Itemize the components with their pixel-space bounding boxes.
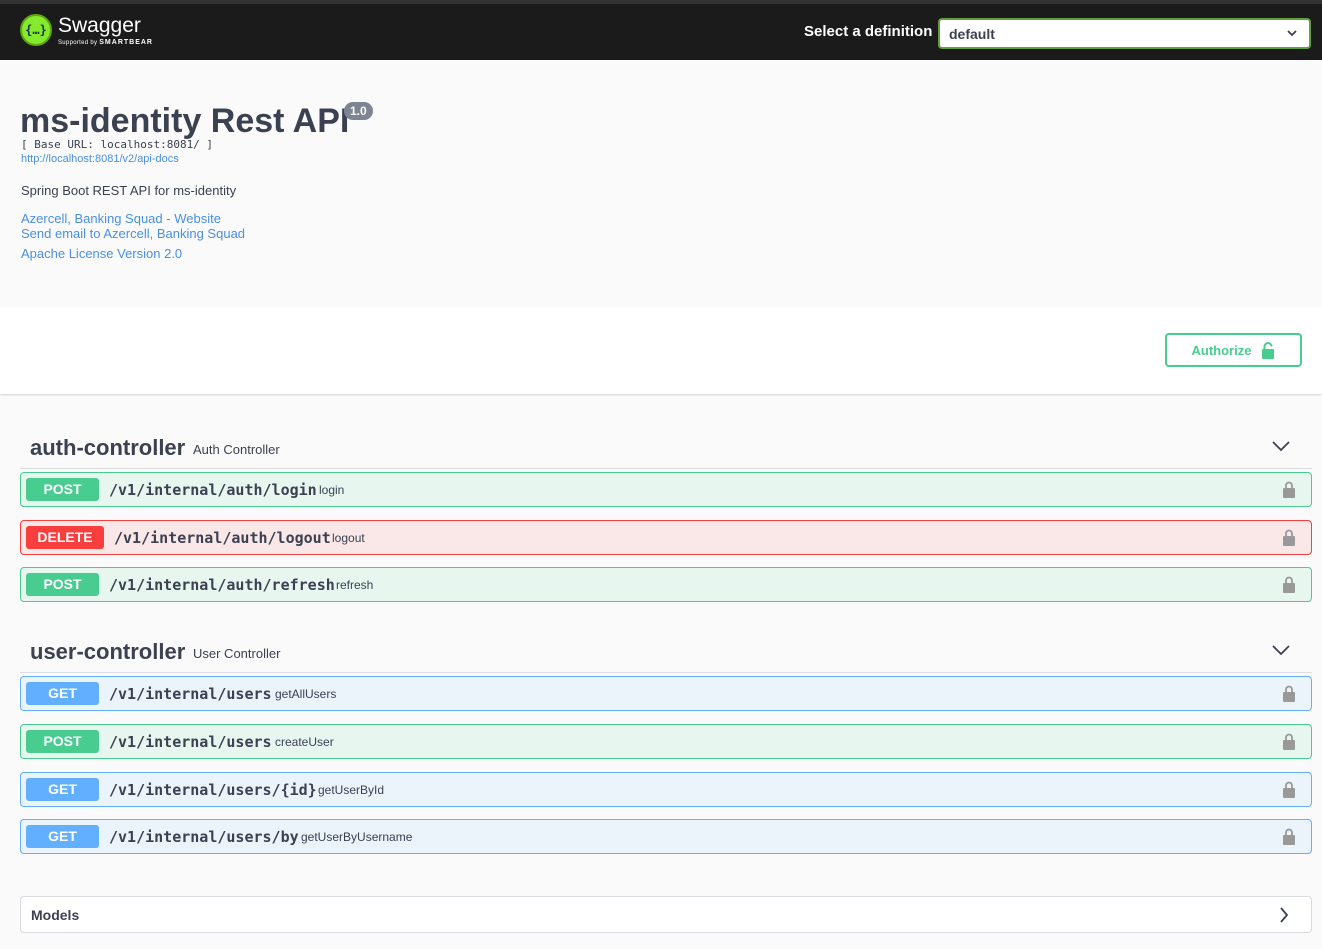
operation-path: /v1/internal/auth/login [109,481,317,499]
scheme-container: Authorize [0,307,1322,394]
lock-icon[interactable] [1283,576,1295,593]
logo-subtitle: Supported by SMARTBEAR [58,39,153,46]
api-info: ms-identity Rest API 1.0 [ Base URL: loc… [0,60,1322,307]
operation-summary: getAllUsers [275,687,337,701]
operation-get-users[interactable]: GET /v1/internal/users getAllUsers [20,676,1312,711]
tag-section-auth-controller: auth-controller Auth Controller [20,405,1312,469]
operation-path: /v1/internal/auth/logout [114,529,331,547]
topbar: {…} Swagger Supported by SMARTBEAR Selec… [0,0,1322,60]
logo-text: Swagger Supported by SMARTBEAR [58,13,153,46]
contact-email-link[interactable]: Send email to Azercell, Banking Squad [21,226,245,241]
operation-get-user-by-username[interactable]: GET /v1/internal/users/by getUserByUsern… [20,819,1312,854]
lock-icon[interactable] [1283,733,1295,750]
tag-name: auth-controller [30,435,186,460]
operation-path: /v1/internal/users [109,733,272,751]
method-badge: GET [26,778,99,801]
base-url: [ Base URL: localhost:8081/ ] [21,138,214,151]
models-section[interactable]: Models [20,896,1312,933]
chevron-down-icon [1272,441,1290,452]
method-badge: POST [26,478,99,501]
tag-description: Auth Controller [193,442,280,457]
logo-sub-prefix: Supported by [58,39,98,46]
unlock-icon [1262,341,1275,359]
operation-summary: getUserByUsername [301,830,413,844]
api-docs-link[interactable]: http://localhost:8081/v2/api-docs [21,153,179,165]
operation-path: /v1/internal/users/{id} [109,781,317,799]
authorize-label: Authorize [1191,342,1252,358]
swagger-logo[interactable]: {…} Swagger Supported by SMARTBEAR [20,14,153,46]
operation-summary: getUserById [318,783,385,797]
logo-sub-brand: SMARTBEAR [99,38,153,46]
operation-delete-auth-logout[interactable]: DELETE /v1/internal/auth/logout logout [20,520,1312,555]
method-badge: GET [26,682,99,705]
chevron-right-icon [1280,907,1289,923]
models-title: Models [31,907,80,923]
operation-post-auth-refresh[interactable]: POST /v1/internal/auth/refresh refresh [20,567,1312,602]
api-description: Spring Boot REST API for ms-identity [21,183,237,198]
operation-summary: logout [332,531,365,545]
tag-section-user-controller: user-controller User Controller [20,609,1312,673]
contact-website-link[interactable]: Azercell, Banking Squad - Website [21,211,221,226]
method-badge: DELETE [26,526,104,549]
operation-path: /v1/internal/auth/refresh [109,576,335,594]
logo-name: Swagger [58,13,141,37]
version-badge: 1.0 [344,102,373,120]
definition-label: Select a definition [804,23,933,40]
operation-post-auth-login[interactable]: POST /v1/internal/auth/login login [20,472,1312,507]
lock-icon[interactable] [1283,481,1295,498]
chevron-down-icon [1287,30,1297,37]
tag-description: User Controller [193,646,281,661]
swagger-logo-icon: {…} [20,14,52,46]
page-title: ms-identity Rest API [20,102,350,140]
operation-summary: createUser [275,735,334,749]
lock-icon[interactable] [1283,529,1295,546]
method-badge: GET [26,825,99,848]
method-badge: POST [26,573,99,596]
definition-select[interactable]: default [938,18,1311,49]
lock-icon[interactable] [1283,685,1295,702]
authorize-button[interactable]: Authorize [1165,333,1302,367]
definition-select-value: default [949,26,995,42]
method-badge: POST [26,730,99,753]
operation-path: /v1/internal/users/by [109,828,299,846]
license-link[interactable]: Apache License Version 2.0 [21,246,182,261]
operation-summary: login [319,483,345,497]
tag-name: user-controller [30,639,186,664]
lock-icon[interactable] [1283,828,1295,845]
operation-path: /v1/internal/users [109,685,272,703]
chevron-down-icon [1272,645,1290,656]
operation-summary: refresh [336,578,374,592]
lock-icon[interactable] [1283,781,1295,798]
operation-post-users[interactable]: POST /v1/internal/users createUser [20,724,1312,759]
tag-header-auth-controller[interactable]: auth-controller Auth Controller [20,405,1312,469]
operation-get-user-by-id[interactable]: GET /v1/internal/users/{id} getUserById [20,772,1312,807]
tag-header-user-controller[interactable]: user-controller User Controller [20,609,1312,673]
